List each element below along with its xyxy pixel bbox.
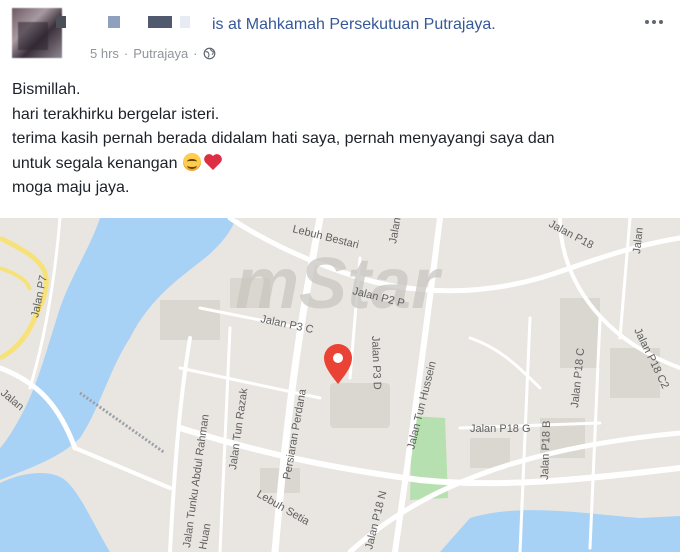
post-location[interactable]: Putrajaya [133, 46, 188, 61]
post-meta: 5 hrs · Putrajaya · [90, 46, 216, 61]
meta-separator: · [123, 46, 129, 61]
street-label: Jalan [387, 218, 403, 245]
street-label: Jalan P18 B [539, 420, 553, 480]
post-line: terima kasih pernah berada didalam hati … [12, 130, 555, 147]
post-header: is at Mahkamah Persekutuan Putrajaya. 5 … [0, 0, 680, 70]
redacted-author-name[interactable] [56, 14, 206, 28]
street-label: Jalan P18 G [470, 423, 531, 435]
post-line: untuk segala kenangan [12, 154, 178, 172]
post-action-text[interactable]: is at Mahkamah Persekutuan Putrajaya. [212, 16, 496, 34]
meta-separator: · [193, 46, 198, 61]
post-line: Bismillah. [12, 81, 81, 98]
street-label: Huan [197, 523, 213, 551]
lake-water-se [440, 510, 680, 552]
lake-water-south [0, 472, 110, 552]
globe-icon[interactable] [203, 47, 216, 60]
highway [0, 266, 32, 291]
post-timestamp[interactable]: 5 hrs [90, 46, 119, 61]
smiling-face-emoji [183, 152, 202, 171]
more-options-icon[interactable] [642, 12, 666, 32]
avatar[interactable] [12, 8, 62, 58]
post-line: hari terakhirku bergelar isteri. [12, 105, 220, 123]
street-label: Jalan Tun Razak [227, 387, 250, 470]
street-label: Jalan [631, 227, 646, 254]
post-text: Bismillah. hari terakhirku bergelar iste… [12, 78, 672, 201]
post-line: moga maju jaya. [12, 179, 130, 196]
location-map[interactable]: mStar Lebuh Bestari Jalan Jalan P2 P Jal… [0, 218, 680, 552]
post-line-with-emojis: untuk segala kenangan [12, 152, 672, 177]
street-label: Jalan [0, 387, 26, 413]
street-label: Jalan P3 D [369, 336, 383, 390]
map-canvas: mStar Lebuh Bestari Jalan Jalan P2 P Jal… [0, 218, 680, 552]
map-watermark: mStar [235, 244, 443, 324]
red-heart-emoji [204, 153, 223, 170]
map-pin-icon[interactable] [324, 344, 352, 384]
street-label: Jalan P18 [547, 218, 596, 252]
street-label: Jalan P18 N [363, 490, 389, 551]
